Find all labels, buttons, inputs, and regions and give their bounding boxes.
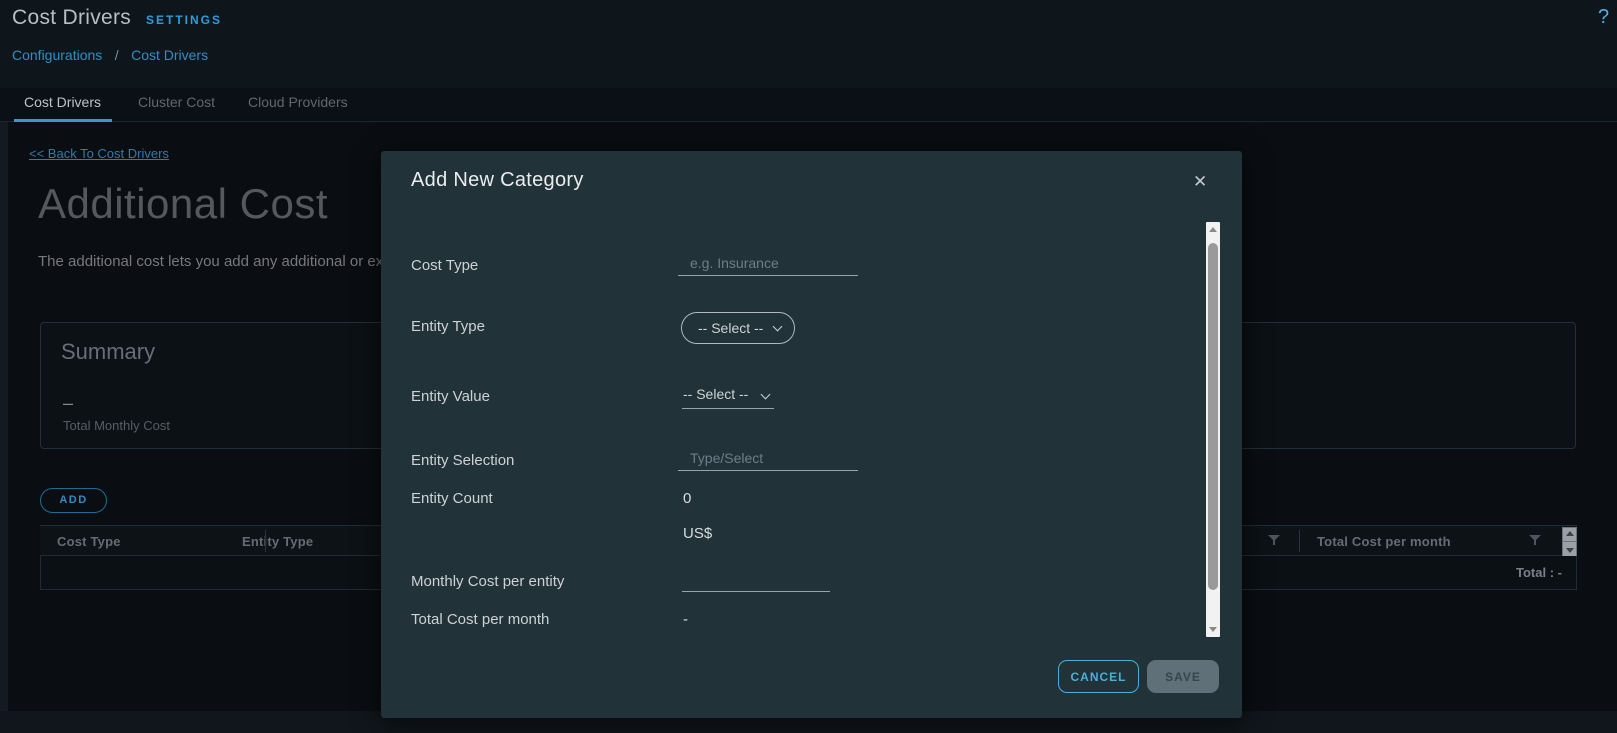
monthly-cost-input[interactable] <box>682 568 830 592</box>
breadcrumb-cost-drivers[interactable]: Cost Drivers <box>131 47 208 63</box>
monthly-cost-label: Monthly Cost per entity <box>411 573 565 590</box>
filter-icon[interactable] <box>1268 534 1280 545</box>
cancel-button[interactable]: CANCEL <box>1058 660 1139 693</box>
chevron-down-icon <box>760 389 771 400</box>
filter-icon[interactable] <box>1529 534 1541 545</box>
settings-link[interactable]: SETTINGS <box>146 13 222 27</box>
help-icon[interactable]: ? <box>1598 6 1609 29</box>
entity-value-select-value: -- Select -- <box>683 386 749 402</box>
modal-scrollbar[interactable] <box>1206 222 1220 637</box>
entity-value-select[interactable]: -- Select -- <box>682 383 774 409</box>
tab-cloud-providers[interactable]: Cloud Providers <box>248 94 348 110</box>
summary-card-title: Summary <box>61 339 156 364</box>
active-tab-underline <box>14 119 112 122</box>
breadcrumb-configurations[interactable]: Configurations <box>12 47 102 63</box>
tab-bar: Cost Drivers Cluster Cost Cloud Provider… <box>0 88 1617 122</box>
column-divider <box>265 530 266 552</box>
column-header-total-cost-per-month: Total Cost per month <box>1317 534 1451 549</box>
cost-type-label: Cost Type <box>411 257 479 274</box>
column-header-entity-type: Entity Type <box>242 534 314 549</box>
tab-cluster-cost[interactable]: Cluster Cost <box>138 94 215 110</box>
total-monthly-cost-label: Total Monthly Cost <box>63 418 170 433</box>
column-divider <box>1299 530 1300 552</box>
breadcrumb-separator: / <box>114 47 119 63</box>
scrollbar-thumb[interactable] <box>1208 243 1218 590</box>
entity-type-select-value: -- Select -- <box>698 320 764 336</box>
entity-count-label: Entity Count <box>411 490 493 507</box>
entity-value-label: Entity Value <box>411 388 490 405</box>
add-button[interactable]: ADD <box>40 488 107 513</box>
app-header: Cost Drivers SETTINGS ? Configurations /… <box>0 0 1617 88</box>
table-scrollbar[interactable] <box>1562 527 1577 557</box>
close-icon[interactable]: ✕ <box>1193 173 1207 190</box>
cost-type-input[interactable] <box>678 252 858 276</box>
entity-type-select[interactable]: -- Select -- <box>681 312 795 344</box>
entity-selection-input[interactable] <box>678 447 858 471</box>
table-total-value: Total : - <box>1516 565 1562 580</box>
screen: Cost Drivers SETTINGS ? Configurations /… <box>0 0 1617 733</box>
entity-count-value: 0 <box>683 490 692 507</box>
tab-cost-drivers[interactable]: Cost Drivers <box>24 94 101 110</box>
scroll-down-icon[interactable] <box>1209 627 1217 632</box>
chevron-down-icon <box>772 321 783 332</box>
left-edge-strip <box>0 122 8 733</box>
entity-type-label: Entity Type <box>411 318 485 335</box>
save-button[interactable]: SAVE <box>1147 660 1219 693</box>
scroll-down-icon[interactable] <box>1566 548 1574 553</box>
page-title: Cost Drivers <box>12 6 132 29</box>
additional-cost-description: The additional cost lets you add any add… <box>38 253 384 270</box>
add-new-category-modal: Add New Category ✕ Cost Type Entity Type… <box>381 151 1242 718</box>
additional-cost-heading: Additional Cost <box>38 180 328 227</box>
breadcrumb: Configurations / Cost Drivers <box>12 47 208 65</box>
total-cost-label: Total Cost per month <box>411 611 550 628</box>
scroll-up-icon[interactable] <box>1566 531 1574 536</box>
scroll-up-icon[interactable] <box>1209 227 1217 232</box>
total-monthly-cost-value: – <box>63 393 74 413</box>
total-cost-value: - <box>683 611 688 628</box>
modal-title: Add New Category <box>411 169 584 191</box>
back-to-cost-drivers-link[interactable]: << Back To Cost Drivers <box>29 146 169 161</box>
currency-label: US$ <box>683 525 713 542</box>
column-header-cost-type: Cost Type <box>57 534 121 549</box>
entity-selection-label: Entity Selection <box>411 452 515 469</box>
